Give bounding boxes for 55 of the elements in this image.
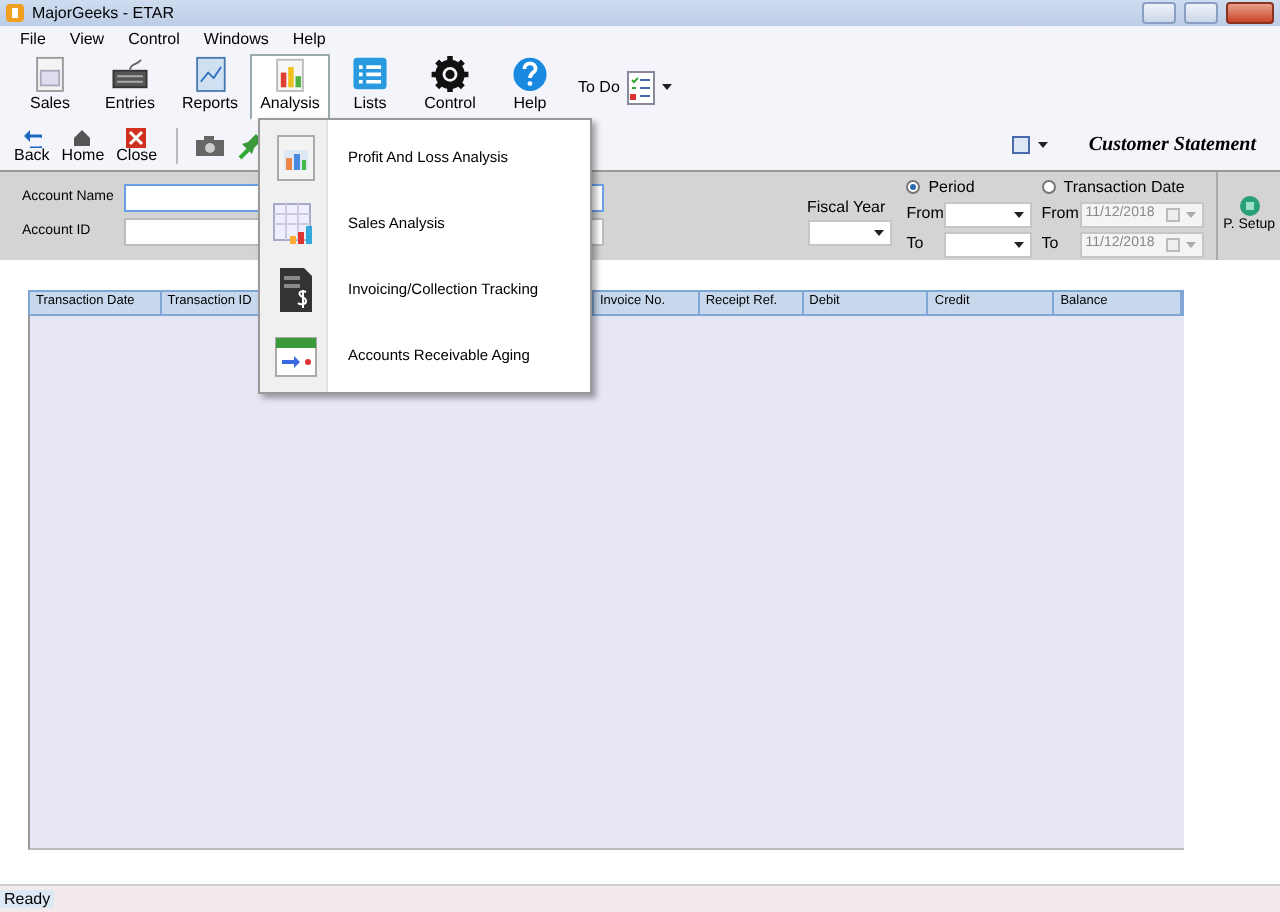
app-icon <box>6 4 24 22</box>
caret-icon <box>661 84 672 90</box>
field-label: Fiscal Year <box>807 198 888 218</box>
dropdown-field[interactable] <box>807 219 892 246</box>
report-title: Customer Statement <box>1088 133 1256 157</box>
status-text: Ready <box>0 889 55 909</box>
house-icon <box>72 127 93 147</box>
menu-item[interactable]: File <box>8 30 58 50</box>
close-icon <box>126 127 147 147</box>
notebook-icon <box>190 56 230 93</box>
setup-icon <box>1239 196 1260 217</box>
caret-icon <box>873 229 884 236</box>
gear-icon <box>430 56 470 93</box>
radio-label: Period <box>928 178 975 198</box>
document-icon <box>30 56 70 93</box>
checklist-icon <box>625 69 656 105</box>
toolbar-button[interactable]: Sales <box>10 54 90 120</box>
maximize-button[interactable] <box>1184 2 1218 24</box>
bar-chart-icon <box>270 56 310 93</box>
minimize-button[interactable] <box>1142 2 1176 24</box>
menu-item[interactable]: Windows <box>191 30 281 50</box>
toolbar-button[interactable]: Analysis <box>250 54 330 120</box>
window-title: MajorGeeks - ETAR <box>32 3 176 23</box>
toolbar-button[interactable] <box>191 135 228 155</box>
radio-button[interactable] <box>906 180 921 195</box>
toolbar-button[interactable]: Home <box>57 127 109 163</box>
caret-icon <box>1185 241 1196 248</box>
caret-icon <box>1014 211 1025 218</box>
help-icon <box>510 56 550 93</box>
radio-label: Transaction Date <box>1063 178 1185 198</box>
caret-icon <box>1185 211 1196 218</box>
dropdown-field[interactable] <box>944 231 1033 258</box>
toolbar-button[interactable]: Back <box>10 127 54 163</box>
window-icon <box>1012 136 1031 154</box>
field-label: To <box>1041 234 1061 254</box>
view-button[interactable] <box>1008 136 1053 154</box>
radio-button[interactable] <box>1041 180 1056 195</box>
list-icon <box>350 56 390 93</box>
close-button[interactable] <box>1226 2 1274 24</box>
back-arrow-icon <box>21 127 42 147</box>
field-label: To <box>906 234 926 254</box>
menu-item[interactable]: Help <box>280 30 338 50</box>
toolbar-button[interactable]: Control <box>410 54 490 120</box>
toolbar-button[interactable]: Close <box>112 127 162 163</box>
toolbar-button[interactable]: Entries <box>90 54 170 120</box>
caret-icon <box>1014 241 1025 248</box>
caret-icon <box>1038 142 1049 148</box>
toolbar-button[interactable]: Reports <box>170 54 250 120</box>
menu-item[interactable]: Control <box>116 30 192 50</box>
todo-button[interactable]: To Do <box>570 54 684 120</box>
report-chart-icon <box>272 133 320 181</box>
menu-item[interactable]: View <box>57 30 117 50</box>
camera-icon <box>195 135 224 155</box>
keyboard-icon <box>110 56 150 93</box>
dropdown-field[interactable] <box>944 201 1033 228</box>
